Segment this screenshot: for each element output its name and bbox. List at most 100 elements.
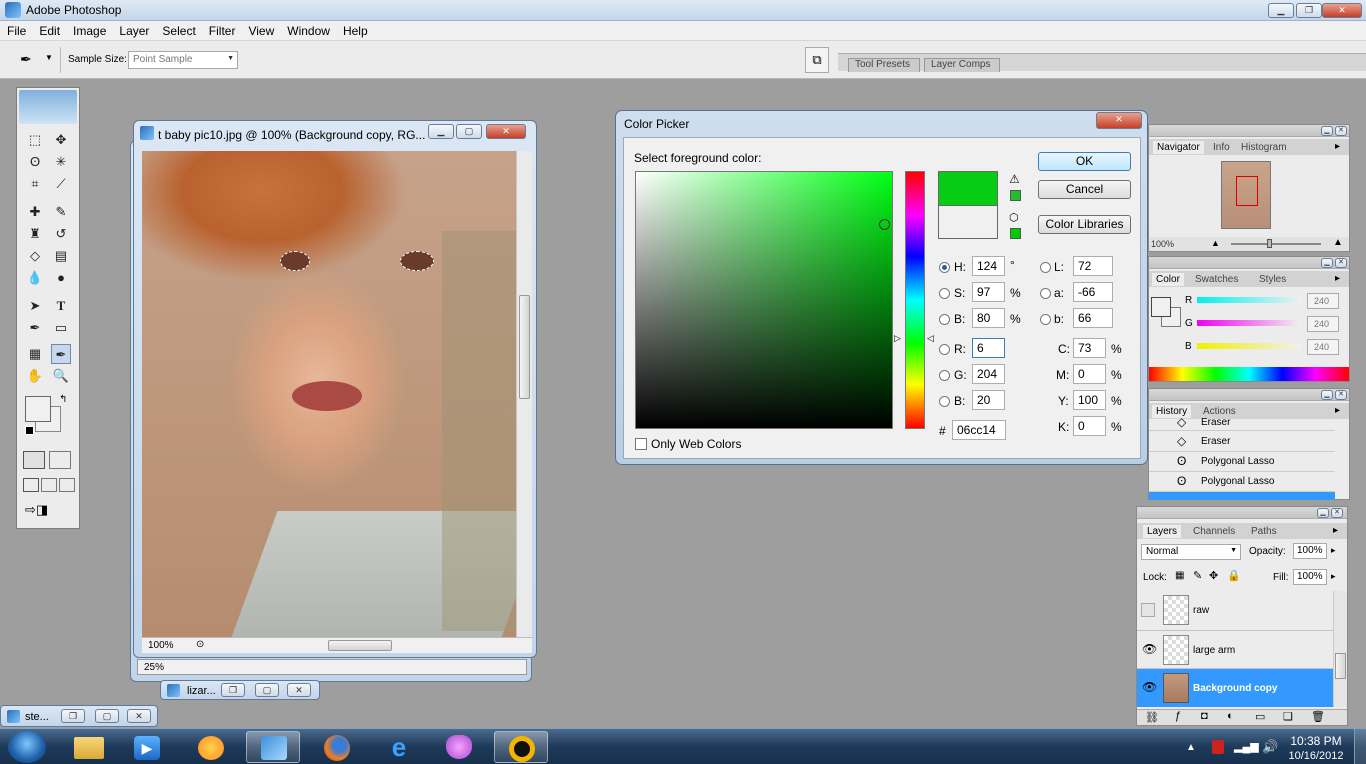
minimize-button[interactable]: ▁ bbox=[1268, 3, 1294, 18]
dialog-close-button[interactable]: ✕ bbox=[1096, 112, 1142, 129]
menu-select[interactable]: Select bbox=[155, 21, 201, 38]
eye-icon[interactable]: 👁 bbox=[1142, 680, 1157, 694]
history-item[interactable]: ʘ Polygonal Lasso bbox=[1149, 472, 1335, 492]
screen-mode-standard-icon[interactable] bbox=[23, 478, 39, 492]
yellow-input[interactable]: 100 bbox=[1073, 390, 1106, 410]
menu-view[interactable]: View bbox=[241, 21, 280, 38]
color-panel-r-input[interactable]: 240 bbox=[1307, 293, 1339, 309]
eye-icon[interactable]: 👁 bbox=[1142, 642, 1157, 656]
history-item[interactable]: ʘ Polygonal Lasso bbox=[1149, 452, 1335, 472]
status-menu-icon[interactable]: ⊙ bbox=[196, 639, 204, 650]
minimized-window-ste[interactable]: ste... ❐ ▢ ✕ bbox=[0, 705, 158, 727]
panel-minimize-button[interactable]: ▁ bbox=[1321, 390, 1333, 400]
lab-l-radio[interactable] bbox=[1040, 262, 1051, 273]
zoom-in-icon[interactable]: ▲ bbox=[1333, 237, 1343, 248]
magenta-input[interactable]: 0 bbox=[1073, 364, 1106, 384]
dodge-tool-icon[interactable]: ● bbox=[51, 268, 71, 288]
history-item[interactable]: ◇ Eraser bbox=[1149, 417, 1335, 431]
back-doc-zoom[interactable]: 25% bbox=[144, 662, 164, 673]
saturation-input[interactable]: 97 bbox=[972, 282, 1005, 302]
new-group-icon[interactable]: ▭ bbox=[1255, 710, 1265, 723]
maximize-button[interactable]: ▢ bbox=[255, 683, 279, 697]
close-button[interactable]: ✕ bbox=[287, 683, 311, 697]
color-libraries-button[interactable]: Color Libraries bbox=[1038, 215, 1131, 234]
lock-image-icon[interactable]: ✎ bbox=[1193, 569, 1202, 582]
move-tool-icon[interactable]: ✥ bbox=[51, 130, 71, 150]
tab-actions[interactable]: Actions bbox=[1203, 406, 1236, 417]
opacity-arrow-icon[interactable]: ▸ bbox=[1331, 545, 1336, 556]
path-select-icon[interactable]: ➤ bbox=[25, 296, 45, 316]
eyedropper-icon[interactable]: ✒ bbox=[20, 51, 32, 68]
slice-tool-icon[interactable]: ⟋ bbox=[51, 174, 71, 194]
out-of-gamut-warning-icon[interactable]: ⚠ bbox=[1009, 172, 1020, 186]
layers-scroll-thumb[interactable] bbox=[1335, 653, 1346, 679]
jump-to-imageready-icon[interactable]: ⇨◨ bbox=[25, 502, 71, 520]
lock-all-icon[interactable]: 🔒 bbox=[1227, 569, 1241, 582]
web-safe-cube-icon[interactable]: ⬡ bbox=[1009, 211, 1019, 224]
layer-row[interactable]: 👁 large arm bbox=[1137, 631, 1333, 669]
tab-histogram[interactable]: Histogram bbox=[1241, 142, 1287, 153]
navigator-zoom-value[interactable]: 100% bbox=[1151, 239, 1174, 249]
hue-slider-arrow-left-icon[interactable]: ▷ bbox=[894, 333, 901, 344]
tab-tool-presets[interactable]: Tool Presets bbox=[848, 58, 920, 72]
clock-date[interactable]: 10/16/2012 bbox=[1282, 750, 1350, 762]
saturation-radio[interactable] bbox=[939, 288, 950, 299]
black-input[interactable]: 0 bbox=[1073, 416, 1106, 436]
tab-layers[interactable]: Layers bbox=[1143, 525, 1182, 538]
start-button[interactable] bbox=[8, 731, 46, 763]
menu-image[interactable]: Image bbox=[66, 21, 112, 38]
healing-brush-icon[interactable]: ✚ bbox=[25, 202, 45, 222]
taskbar-internet-explorer[interactable]: e bbox=[372, 731, 426, 763]
color-ramp[interactable] bbox=[1149, 367, 1349, 381]
hand-tool-icon[interactable]: ✋ bbox=[25, 366, 45, 386]
color-field[interactable] bbox=[635, 171, 893, 429]
adobe-online-icon[interactable] bbox=[19, 90, 77, 124]
panel-close-button[interactable]: ✕ bbox=[1335, 390, 1347, 400]
layer-row[interactable]: raw bbox=[1137, 591, 1333, 631]
menu-filter[interactable]: Filter bbox=[202, 21, 242, 38]
panel-close-button[interactable]: ✕ bbox=[1331, 508, 1343, 518]
menu-help[interactable]: Help bbox=[336, 21, 374, 38]
fill-arrow-icon[interactable]: ▸ bbox=[1331, 571, 1336, 582]
notes-tool-icon[interactable]: ▦ bbox=[25, 344, 45, 364]
layers-scrollbar[interactable] bbox=[1333, 591, 1347, 707]
link-layers-icon[interactable]: ⛓ bbox=[1145, 711, 1159, 724]
current-color-swatch[interactable] bbox=[938, 205, 998, 239]
vertical-scroll-thumb[interactable] bbox=[519, 295, 530, 399]
color-field-cursor[interactable] bbox=[879, 219, 890, 230]
lab-l-input[interactable]: 72 bbox=[1073, 256, 1113, 276]
new-layer-icon[interactable]: ❏ bbox=[1283, 710, 1293, 723]
menu-window[interactable]: Window bbox=[280, 21, 336, 38]
green-input[interactable]: 204 bbox=[972, 364, 1005, 384]
stamp-tool-icon[interactable]: ♜ bbox=[25, 224, 45, 244]
tool-preset-chevron-icon[interactable]: ▼ bbox=[45, 53, 53, 62]
vertical-scrollbar[interactable] bbox=[516, 151, 532, 637]
doc-minimize-button[interactable]: ▁ bbox=[428, 124, 454, 139]
web-safe-color-swatch[interactable] bbox=[1010, 228, 1021, 239]
screen-mode-full-menu-icon[interactable] bbox=[41, 478, 57, 492]
color-panel-g-input[interactable]: 240 bbox=[1307, 316, 1339, 332]
red-input[interactable]: 6 bbox=[972, 338, 1005, 358]
taskbar-app-butterfly[interactable] bbox=[432, 731, 486, 763]
default-colors-icon[interactable] bbox=[25, 426, 34, 435]
gradient-tool-icon[interactable]: ▤ bbox=[51, 246, 71, 266]
lab-a-radio[interactable] bbox=[1040, 288, 1051, 299]
doc-close-button[interactable]: ✕ bbox=[486, 124, 526, 139]
zoom-slider-thumb[interactable] bbox=[1267, 239, 1272, 248]
layer-mask-icon[interactable]: ◘ bbox=[1201, 710, 1208, 722]
taskbar-firefox[interactable] bbox=[310, 731, 364, 763]
tab-color[interactable]: Color bbox=[1152, 273, 1184, 286]
tab-styles[interactable]: Styles bbox=[1259, 274, 1286, 285]
only-web-colors-checkbox[interactable] bbox=[635, 438, 647, 450]
pen-tool-icon[interactable]: ✒ bbox=[25, 318, 45, 338]
cancel-button[interactable]: Cancel bbox=[1038, 180, 1131, 199]
panel-minimize-button[interactable]: ▁ bbox=[1321, 126, 1333, 136]
green-slider[interactable] bbox=[1197, 320, 1301, 326]
hue-radio[interactable] bbox=[939, 262, 950, 273]
brush-tool-icon[interactable]: ✎ bbox=[51, 202, 71, 222]
standard-mode-icon[interactable] bbox=[23, 451, 45, 469]
panel-minimize-button[interactable]: ▁ bbox=[1321, 258, 1333, 268]
eraser-tool-icon[interactable]: ◇ bbox=[25, 246, 45, 266]
opacity-input[interactable]: 100% bbox=[1293, 543, 1327, 559]
fill-input[interactable]: 100% bbox=[1293, 569, 1327, 585]
